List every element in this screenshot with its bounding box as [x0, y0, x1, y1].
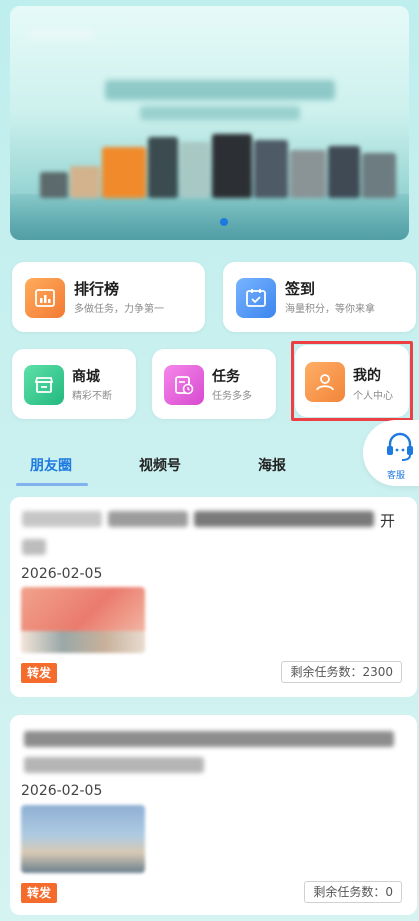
calendar-check-icon: [236, 278, 276, 318]
post-text-blurred: [22, 511, 102, 527]
post-card[interactable]: 2026-02-05 转发 剩余任务数：0: [10, 715, 417, 915]
card-title: 签到: [285, 280, 316, 298]
task-clock-icon: [164, 365, 204, 405]
tab-poster[interactable]: 海报: [258, 455, 286, 475]
mall-card[interactable]: 商城 精彩不断: [12, 349, 136, 419]
banner-ground: [10, 194, 409, 240]
headset-icon: [384, 430, 416, 468]
post-thumbnail[interactable]: [21, 587, 145, 653]
promo-banner[interactable]: [10, 6, 409, 240]
banner-logo-blurred: [28, 28, 94, 40]
tab-video[interactable]: 视频号: [139, 455, 181, 475]
customer-service-label: 客服: [387, 471, 406, 481]
post-date: 2026-02-05: [21, 783, 103, 799]
repost-badge[interactable]: 转发: [21, 883, 58, 903]
ranking-card[interactable]: 排行榜 多做任务，力争第一: [12, 262, 205, 332]
banner-subheadline-blurred: [140, 106, 300, 120]
remaining-tasks-count: 剩余任务数：0: [304, 881, 402, 903]
highlight-box: [291, 341, 413, 421]
ranking-chart-icon: [25, 278, 65, 318]
post-date: 2026-02-05: [21, 566, 103, 582]
post-card[interactable]: 开 2026-02-05 转发 剩余任务数：2300: [10, 497, 417, 697]
remaining-tasks-count: 剩余任务数：2300: [281, 661, 402, 683]
card-title: 排行榜: [74, 280, 120, 298]
tab-underline: [16, 483, 88, 486]
customer-service-button[interactable]: 客服: [363, 420, 419, 486]
post-thumbnail[interactable]: [21, 805, 145, 873]
post-text-blurred: [24, 731, 394, 747]
card-subtitle: 海量积分，等你来拿: [285, 304, 375, 315]
checkin-card[interactable]: 签到 海量积分，等你来拿: [223, 262, 416, 332]
card-title: 商城: [72, 369, 100, 385]
banner-vehicles-image: [40, 134, 409, 198]
banner-pagination-dot[interactable]: [220, 218, 228, 226]
banner-headline-blurred: [105, 80, 335, 100]
card-subtitle: 精彩不断: [72, 391, 112, 402]
post-text-fragment: 开: [380, 512, 396, 530]
card-subtitle: 多做任务，力争第一: [74, 304, 164, 315]
card-title: 任务: [212, 369, 240, 385]
task-card[interactable]: 任务 任务多多: [152, 349, 276, 419]
repost-badge[interactable]: 转发: [21, 663, 58, 683]
shop-icon: [24, 365, 64, 405]
card-subtitle: 任务多多: [212, 391, 252, 402]
tab-moments[interactable]: 朋友圈: [30, 455, 72, 475]
